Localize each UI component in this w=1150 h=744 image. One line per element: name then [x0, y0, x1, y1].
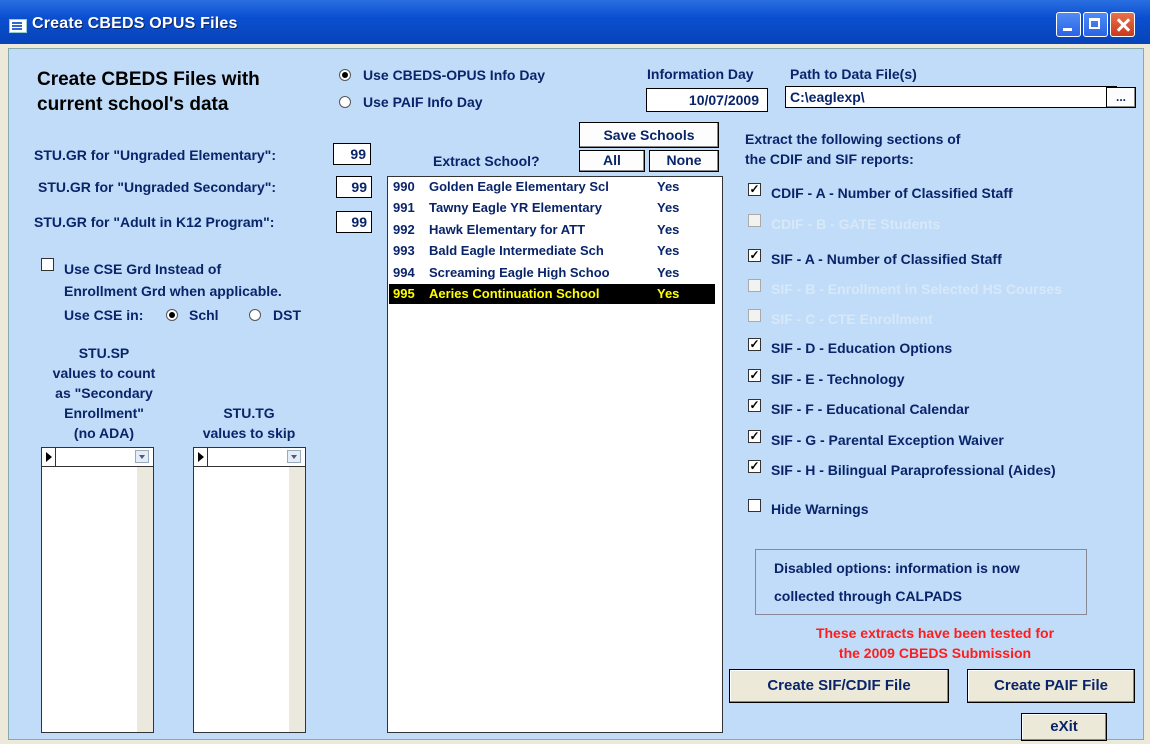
tested-line-1: These extracts have been tested for: [815, 625, 1055, 641]
cse-label-line2: Enrollment Grd when applicable.: [64, 283, 282, 299]
note-line-2: collected through CALPADS: [774, 588, 962, 604]
sif-d-label: SIF - D - Education Options: [771, 340, 953, 356]
sif-a-label: SIF - A - Number of Classified Staff: [771, 251, 1002, 267]
form-icon: [9, 19, 27, 33]
extract-heading-1: Extract the following sections of: [745, 131, 961, 147]
sif-e-checkbox[interactable]: ✓: [748, 369, 761, 382]
list-item[interactable]: 994 Screaming Eagle High Schoo Yes: [389, 263, 715, 283]
scrollbar[interactable]: [289, 467, 305, 732]
note-line-1: Disabled options: information is now: [774, 560, 1020, 576]
chevron-down-icon[interactable]: [135, 450, 149, 463]
close-button[interactable]: [1110, 12, 1135, 37]
radio-paif-label: Use PAIF Info Day: [363, 94, 483, 110]
info-day-label: Information Day: [647, 66, 754, 82]
page-title-line1: Create CBEDS Files with: [37, 69, 260, 90]
sif-b-label: SIF - B - Enrollment in Selected HS Cour…: [771, 281, 1062, 297]
title-bar: Create CBEDS OPUS Files: [0, 0, 1150, 44]
radio-cse-dst[interactable]: [249, 309, 261, 321]
grade-input-adult[interactable]: 99: [336, 211, 372, 233]
create-paif-button[interactable]: Create PAIF File: [967, 669, 1135, 703]
sif-e-label: SIF - E - Technology: [771, 371, 905, 387]
tg-label-2: values to skip: [202, 425, 296, 441]
minimize-button[interactable]: [1056, 12, 1081, 37]
radio-opus-info-day[interactable]: [339, 69, 351, 81]
record-selector-icon: [198, 452, 204, 462]
cdif-b-label: CDIF - B - GATE Students: [771, 216, 941, 232]
list-item[interactable]: 993 Bald Eagle Intermediate Sch Yes: [389, 241, 715, 261]
sif-g-checkbox[interactable]: ✓: [748, 430, 761, 443]
extract-school-label: Extract School?: [433, 153, 540, 169]
sif-f-checkbox[interactable]: ✓: [748, 399, 761, 412]
app-window: Create CBEDS OPUS Files Create CBEDS Fil…: [0, 0, 1150, 744]
grade-label-secondary: STU.GR for "Ungraded Secondary":: [38, 179, 277, 195]
sif-g-label: SIF - G - Parental Exception Waiver: [771, 432, 1004, 448]
radio-cse-dst-label: DST: [273, 307, 301, 323]
tg-label-1: STU.TG: [223, 405, 275, 421]
radio-cse-schl[interactable]: [166, 309, 178, 321]
radio-paif-info-day[interactable]: [339, 96, 351, 108]
cdif-b-checkbox: [748, 214, 761, 227]
cdif-a-checkbox[interactable]: ✓: [748, 183, 761, 196]
maximize-button[interactable]: [1083, 12, 1108, 37]
create-sif-cdif-button[interactable]: Create SIF/CDIF File: [729, 669, 949, 703]
tg-values-subform[interactable]: [193, 447, 306, 733]
sp-label-3: as "Secondary: [55, 385, 153, 401]
sp-label-1: STU.SP: [78, 345, 130, 361]
sif-h-checkbox[interactable]: ✓: [748, 460, 761, 473]
radio-cse-schl-label: Schl: [189, 307, 219, 323]
form-body: Create CBEDS Files with current school's…: [8, 48, 1144, 741]
sp-label-2: values to count: [52, 365, 156, 381]
chevron-down-icon[interactable]: [287, 450, 301, 463]
list-item[interactable]: 990 Golden Eagle Elementary Scl Yes: [389, 177, 715, 197]
sp-label-5: (no ADA): [73, 425, 135, 441]
disabled-options-note: Disabled options: information is now col…: [755, 549, 1087, 615]
sif-b-checkbox: [748, 279, 761, 292]
grade-label-adult: STU.GR for "Adult in K12 Program":: [34, 214, 275, 230]
radio-opus-label: Use CBEDS-OPUS Info Day: [363, 67, 546, 83]
cse-checkbox[interactable]: [41, 258, 54, 271]
sif-c-checkbox: [748, 309, 761, 322]
sp-label-4: Enrollment": [64, 405, 144, 421]
sif-c-label: SIF - C - CTE Enrollment: [771, 311, 933, 327]
school-list[interactable]: 990 Golden Eagle Elementary Scl Yes 991 Taw…: [387, 176, 723, 733]
sif-h-label: SIF - H - Bilingual Paraprofessional (Ai…: [771, 462, 1056, 478]
window-title: Create CBEDS OPUS Files: [32, 15, 238, 32]
tested-line-2: the 2009 CBEDS Submission: [838, 645, 1032, 661]
list-item[interactable]: 991 Tawny Eagle YR Elementary Yes: [389, 198, 715, 218]
exit-button[interactable]: eXit: [1021, 713, 1107, 741]
info-day-input[interactable]: 10/07/2009: [646, 88, 768, 112]
path-input[interactable]: C:\eaglexp\: [785, 86, 1117, 108]
grade-input-secondary[interactable]: 99: [336, 176, 372, 198]
record-selector-icon: [46, 452, 52, 462]
path-label: Path to Data File(s): [790, 66, 917, 82]
hide-warnings-label: Hide Warnings: [771, 501, 869, 517]
sif-a-checkbox[interactable]: ✓: [748, 249, 761, 262]
cdif-a-label: CDIF - A - Number of Classified Staff: [771, 185, 1013, 201]
none-button[interactable]: None: [649, 150, 719, 172]
page-title-line2: current school's data: [37, 94, 229, 115]
list-item[interactable]: 992 Hawk Elementary for ATT Yes: [389, 220, 715, 240]
browse-button[interactable]: ...: [1106, 87, 1136, 108]
save-schools-button[interactable]: Save Schools: [579, 122, 719, 148]
extract-heading-2: the CDIF and SIF reports:: [745, 151, 914, 167]
list-item-selected[interactable]: 995 Aeries Continuation School Yes: [389, 284, 715, 304]
sif-d-checkbox[interactable]: ✓: [748, 338, 761, 351]
scrollbar[interactable]: [137, 467, 153, 732]
grade-label-elementary: STU.GR for "Ungraded Elementary":: [34, 147, 276, 163]
all-button[interactable]: All: [579, 150, 645, 172]
cse-label-line1: Use CSE Grd Instead of: [64, 261, 222, 277]
sif-f-label: SIF - F - Educational Calendar: [771, 401, 970, 417]
hide-warnings-checkbox[interactable]: [748, 499, 761, 512]
cse-use-in-label: Use CSE in:: [64, 307, 144, 323]
sp-values-subform[interactable]: [41, 447, 154, 733]
grade-input-elementary[interactable]: 99: [333, 143, 371, 165]
